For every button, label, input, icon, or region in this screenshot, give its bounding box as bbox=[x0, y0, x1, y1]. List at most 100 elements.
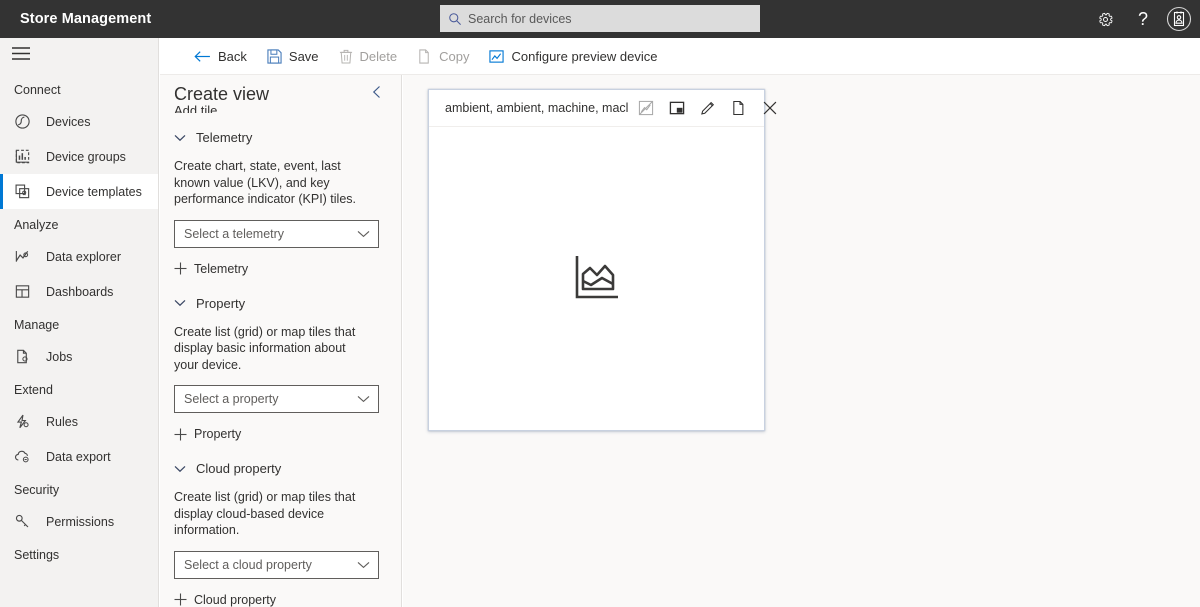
save-icon bbox=[267, 48, 282, 64]
panel-body: Add tile Telemetry Create chart, state, … bbox=[160, 104, 401, 607]
sidebar-item-dashboards[interactable]: Dashboards bbox=[0, 274, 158, 309]
sidebar-item-label: Dashboards bbox=[46, 284, 114, 299]
delete-label: Delete bbox=[359, 48, 398, 64]
account-button[interactable] bbox=[1160, 0, 1198, 38]
chevron-down-icon bbox=[174, 134, 186, 142]
edit-pencil-icon[interactable] bbox=[692, 93, 723, 123]
chevron-down-icon bbox=[174, 299, 186, 307]
property-select-placeholder: Select a property bbox=[184, 392, 279, 406]
add-telemetry-button[interactable]: Telemetry bbox=[174, 262, 387, 276]
tile-header: ambient, ambient, machine, macl bbox=[429, 90, 776, 127]
copy-tile-icon[interactable] bbox=[723, 93, 754, 123]
cloud-property-select[interactable]: Select a cloud property bbox=[174, 550, 379, 579]
chevron-left-icon bbox=[371, 85, 383, 104]
sidebar-item-device-groups[interactable]: Device groups bbox=[0, 139, 158, 174]
section-header-telemetry[interactable]: Telemetry bbox=[174, 130, 387, 145]
plus-icon bbox=[174, 593, 187, 606]
nav-group-security: Security bbox=[14, 483, 60, 497]
section-title: Cloud property bbox=[196, 461, 282, 476]
sidebar-item-label: Data explorer bbox=[46, 249, 122, 264]
jobs-icon bbox=[14, 348, 36, 365]
sidebar-item-data-explorer[interactable]: Data explorer bbox=[0, 239, 158, 274]
configure-preview-device-button[interactable]: Configure preview device bbox=[479, 38, 667, 75]
sidebar-item-label: Device groups bbox=[46, 149, 126, 164]
section-description: Create chart, state, event, last known v… bbox=[174, 159, 357, 206]
resize-tile-icon[interactable] bbox=[661, 93, 692, 123]
sidebar-item-devices[interactable]: Devices bbox=[0, 104, 158, 139]
copy-icon bbox=[417, 48, 432, 64]
data-explorer-icon bbox=[14, 248, 36, 265]
save-label: Save bbox=[288, 48, 319, 64]
property-select[interactable]: Select a property bbox=[174, 385, 379, 413]
tile-body bbox=[429, 127, 764, 431]
sidebar-item-rules[interactable]: Rules bbox=[0, 404, 158, 439]
add-cloud-property-label: Cloud property bbox=[194, 592, 276, 607]
back-arrow-icon bbox=[194, 50, 211, 63]
trash-icon bbox=[339, 49, 353, 64]
rules-icon bbox=[14, 413, 36, 430]
device-groups-icon bbox=[14, 148, 36, 165]
sidebar-item-label: Device templates bbox=[46, 184, 142, 199]
tile-actions bbox=[630, 93, 785, 123]
telemetry-select-placeholder: Select a telemetry bbox=[184, 226, 285, 241]
back-button[interactable]: Back bbox=[184, 38, 257, 75]
chevron-down-icon bbox=[357, 227, 370, 241]
page-title: Create view bbox=[174, 83, 270, 104]
search-icon bbox=[448, 12, 462, 26]
hamburger-menu-button[interactable] bbox=[0, 38, 158, 74]
nav-group-manage: Manage bbox=[14, 318, 60, 332]
configure-preview-device-label: Configure preview device bbox=[511, 48, 658, 64]
data-export-icon bbox=[14, 448, 36, 465]
help-button[interactable]: ? bbox=[1124, 0, 1162, 38]
chart-type-icon[interactable] bbox=[630, 93, 661, 123]
sidebar-item-label: Permissions bbox=[46, 514, 115, 529]
command-bar: Back Save Delete Copy Configure preview … bbox=[160, 38, 1200, 75]
sidebar-item-label: Rules bbox=[46, 414, 78, 429]
preview-device-icon bbox=[489, 49, 505, 64]
plus-icon bbox=[174, 428, 187, 441]
app-title: Store Management bbox=[20, 11, 152, 27]
hamburger-icon bbox=[12, 47, 30, 65]
question-mark-icon[interactable]: ? bbox=[1124, 0, 1162, 38]
account-icon[interactable] bbox=[1160, 0, 1198, 38]
add-property-button[interactable]: Property bbox=[174, 427, 387, 441]
device-templates-icon bbox=[14, 183, 36, 200]
plus-icon bbox=[174, 262, 187, 275]
sidebar-item-data-export[interactable]: Data export bbox=[0, 439, 158, 474]
sidebar-item-jobs[interactable]: Jobs bbox=[0, 339, 158, 374]
back-label: Back bbox=[218, 48, 247, 64]
section-header-property[interactable]: Property bbox=[174, 296, 387, 311]
section-header-cloud-property[interactable]: Cloud property bbox=[174, 461, 387, 476]
create-view-panel: Create view Add tile Telemetry Create ch… bbox=[160, 75, 402, 607]
close-tile-icon[interactable] bbox=[754, 93, 785, 123]
chevron-down-icon bbox=[174, 465, 186, 473]
sidebar-item-device-templates[interactable]: Device templates bbox=[0, 174, 158, 209]
copy-label: Copy bbox=[439, 48, 470, 64]
chevron-down-icon bbox=[357, 558, 370, 572]
search-input[interactable] bbox=[468, 11, 752, 26]
sidebar: Connect Devices Device groups Device tem… bbox=[0, 38, 159, 607]
copy-button: Copy bbox=[407, 38, 479, 75]
delete-button: Delete bbox=[329, 38, 408, 75]
view-canvas: ambient, ambient, machine, macl bbox=[403, 75, 1200, 607]
nav-group-extend: Extend bbox=[14, 383, 53, 397]
section-description: Create list (grid) or map tiles that dis… bbox=[174, 490, 356, 537]
add-cloud-property-button[interactable]: Cloud property bbox=[174, 593, 387, 607]
top-bar: Store Management ? bbox=[0, 0, 1200, 38]
nav-group-analyze: Analyze bbox=[14, 218, 59, 232]
search-box[interactable] bbox=[440, 5, 760, 32]
add-tile-label-clipped: Add tile bbox=[174, 104, 218, 113]
section-title: Property bbox=[196, 295, 246, 311]
telemetry-select[interactable]: Select a telemetry bbox=[174, 219, 379, 248]
gear-icon[interactable] bbox=[1086, 0, 1124, 38]
dashboards-icon bbox=[14, 283, 36, 300]
save-button[interactable]: Save bbox=[257, 38, 329, 75]
sidebar-item-permissions[interactable]: Permissions bbox=[0, 504, 158, 539]
permissions-icon bbox=[14, 513, 36, 530]
cloud-property-select-placeholder: Select a cloud property bbox=[184, 557, 312, 572]
sidebar-item-label: Jobs bbox=[46, 349, 73, 364]
chevron-down-icon bbox=[357, 392, 370, 406]
add-telemetry-label: Telemetry bbox=[194, 261, 249, 276]
settings-button[interactable] bbox=[1086, 0, 1124, 38]
dashboard-tile[interactable]: ambient, ambient, machine, macl bbox=[428, 89, 776, 431]
